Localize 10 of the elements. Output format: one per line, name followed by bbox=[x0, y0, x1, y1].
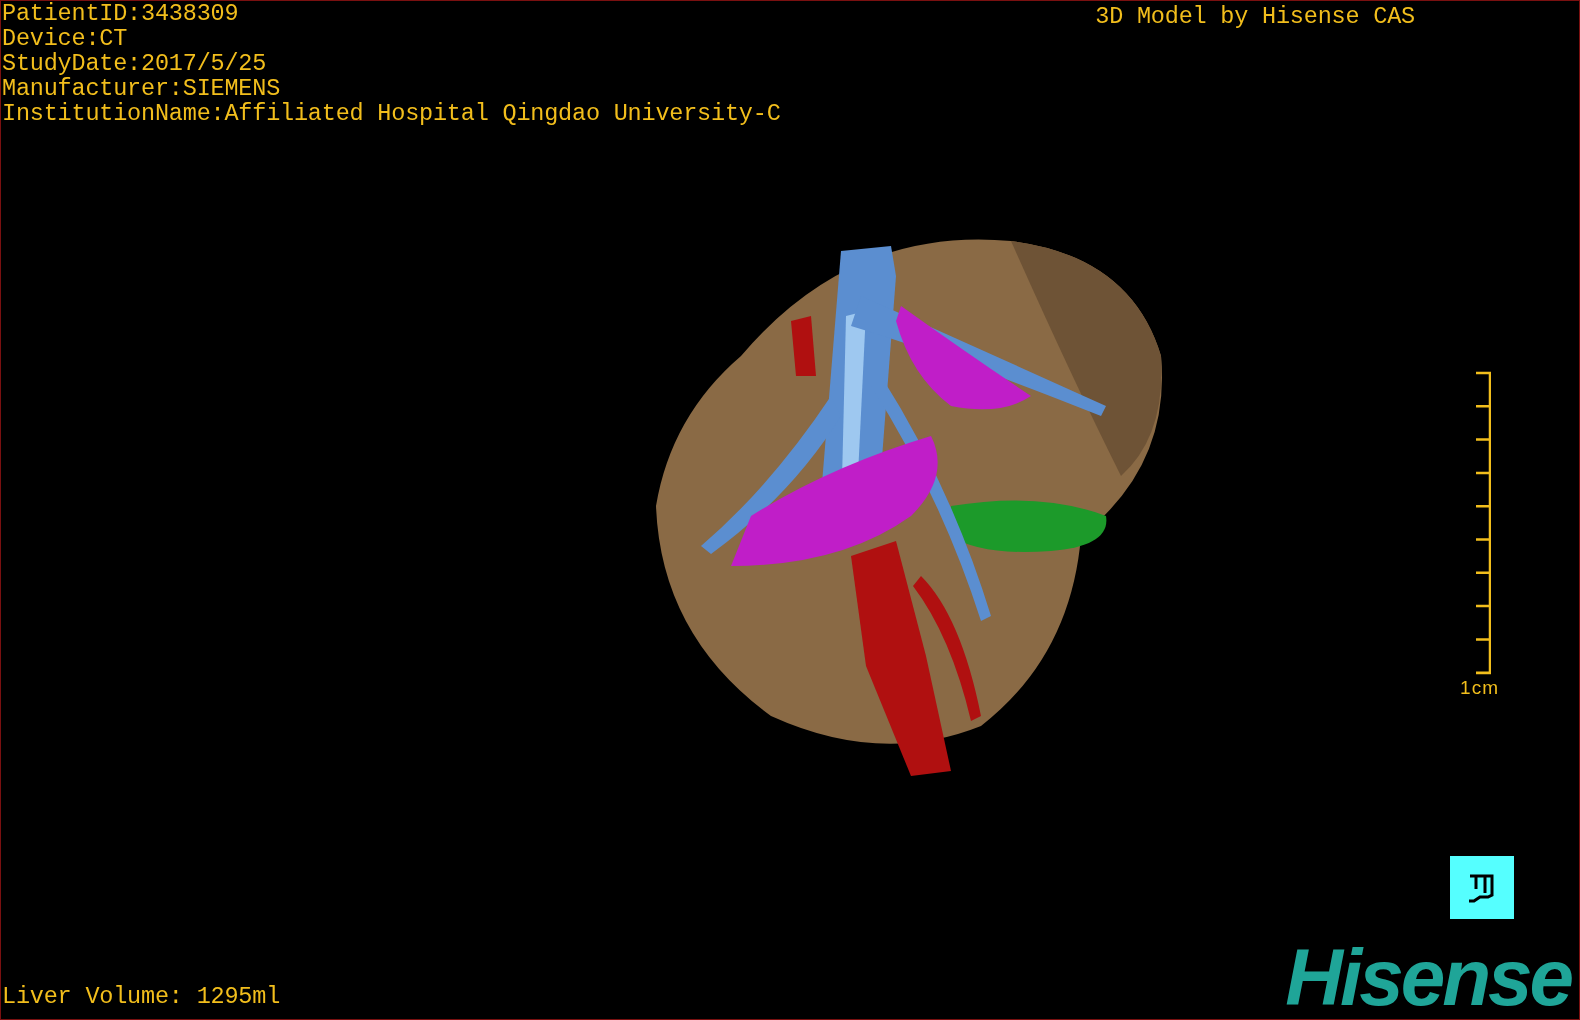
brand-logo: Hisense bbox=[1285, 939, 1571, 1017]
study-info-text: InstitutionName:Affiliated Hospital Qingdao University-C bbox=[2, 101, 781, 126]
study-info-text: StudyDate:2017/5/25 bbox=[2, 51, 268, 76]
tool-button[interactable] bbox=[1450, 856, 1514, 919]
scale-label: 1cm bbox=[1460, 677, 1499, 699]
study-info-text: Manufacturer:SIEMENS bbox=[2, 76, 282, 101]
viewer-title: 3D Model by Hisense CAS bbox=[1095, 2, 1415, 32]
study-info-text: PatientID:3438309 bbox=[2, 1, 240, 26]
liver-volume-text: Liver Volume: 1295ml bbox=[2, 983, 281, 1011]
study-info-text: Device:CT bbox=[2, 26, 129, 51]
